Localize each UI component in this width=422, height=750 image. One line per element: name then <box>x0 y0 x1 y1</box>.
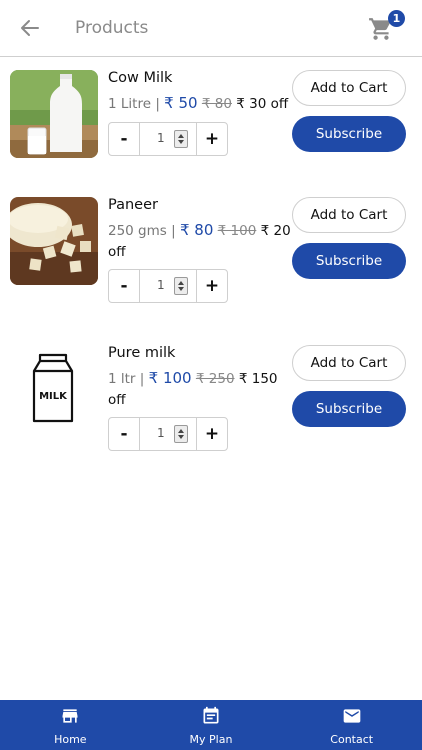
product-price: ₹ 100 <box>148 369 192 387</box>
product-card: MILK Pure milk 1 ltr | ₹ 100 ₹ 250 ₹ 150… <box>0 345 422 475</box>
nav-item-home[interactable]: Home <box>0 700 141 750</box>
product-name: Pure milk <box>108 345 176 361</box>
product-mrp: ₹ 250 <box>195 371 235 387</box>
increase-button[interactable]: + <box>196 123 227 155</box>
product-price: ₹ 80 <box>179 221 214 239</box>
product-card: Cow Milk 1 Litre | ₹ 50 ₹ 80 ₹ 30 off - … <box>0 70 422 200</box>
nav-label: Home <box>54 733 87 746</box>
product-mrp: ₹ 100 <box>217 223 257 239</box>
product-price-line: 1 ltr | ₹ 100 ₹ 250 ₹ 150 off <box>108 368 292 411</box>
cart-count-badge: 1 <box>388 10 405 27</box>
add-to-cart-button[interactable]: Add to Cart <box>292 70 406 106</box>
subscribe-button[interactable]: Subscribe <box>292 391 406 427</box>
subscribe-button[interactable]: Subscribe <box>292 116 406 152</box>
quantity-value: 1 <box>157 426 165 440</box>
page-title: Products <box>75 18 149 38</box>
bottom-nav: Home My Plan Contact <box>0 700 422 750</box>
quantity-input[interactable]: 1 <box>140 270 196 302</box>
nav-label: My Plan <box>189 733 233 746</box>
decrease-button[interactable]: - <box>109 418 140 450</box>
subscribe-button[interactable]: Subscribe <box>292 243 406 279</box>
quantity-input[interactable]: 1 <box>140 418 196 450</box>
spin-arrows-icon[interactable] <box>174 130 188 148</box>
product-name: Paneer <box>108 197 158 213</box>
increase-button[interactable]: + <box>196 270 227 302</box>
product-image-cow-milk <box>10 70 98 158</box>
quantity-stepper: - 1 + <box>108 269 228 303</box>
arrow-left-icon[interactable] <box>18 16 42 40</box>
mail-icon <box>343 709 361 723</box>
price-separator: | <box>171 223 176 239</box>
quantity-input[interactable]: 1 <box>140 123 196 155</box>
quantity-value: 1 <box>157 131 165 145</box>
quantity-stepper: - 1 + <box>108 417 228 451</box>
decrease-button[interactable]: - <box>109 123 140 155</box>
quantity-value: 1 <box>157 278 165 292</box>
product-image-paneer <box>10 197 98 285</box>
quantity-stepper: - 1 + <box>108 122 228 156</box>
product-name: Cow Milk <box>108 70 173 86</box>
nav-item-my-plan[interactable]: My Plan <box>141 700 282 750</box>
spin-arrows-icon[interactable] <box>174 425 188 443</box>
product-mrp: ₹ 80 <box>201 96 232 112</box>
product-unit: 250 gms <box>108 223 167 239</box>
product-price: ₹ 50 <box>164 94 198 112</box>
calendar-icon <box>203 706 219 724</box>
product-unit: 1 Litre <box>108 96 152 112</box>
price-separator: | <box>155 96 160 112</box>
app-bar: Products 1 <box>0 0 422 57</box>
price-separator: | <box>139 371 145 387</box>
add-to-cart-button[interactable]: Add to Cart <box>292 345 406 381</box>
nav-item-contact[interactable]: Contact <box>281 700 422 750</box>
store-icon <box>62 709 78 723</box>
nav-label: Contact <box>330 733 374 746</box>
add-to-cart-button[interactable]: Add to Cart <box>292 197 406 233</box>
product-price-line: 250 gms | ₹ 80 ₹ 100 ₹ 20 off <box>108 220 292 263</box>
product-image-pure-milk: MILK <box>10 345 98 433</box>
increase-button[interactable]: + <box>196 418 227 450</box>
product-card: Paneer 250 gms | ₹ 80 ₹ 100 ₹ 20 off - 1… <box>0 197 422 327</box>
product-discount: ₹ 30 off <box>236 96 289 112</box>
product-price-line: 1 Litre | ₹ 50 ₹ 80 ₹ 30 off <box>108 93 292 115</box>
carton-label: MILK <box>39 391 68 402</box>
decrease-button[interactable]: - <box>109 270 140 302</box>
spin-arrows-icon[interactable] <box>174 277 188 295</box>
product-unit: 1 ltr <box>108 371 136 387</box>
